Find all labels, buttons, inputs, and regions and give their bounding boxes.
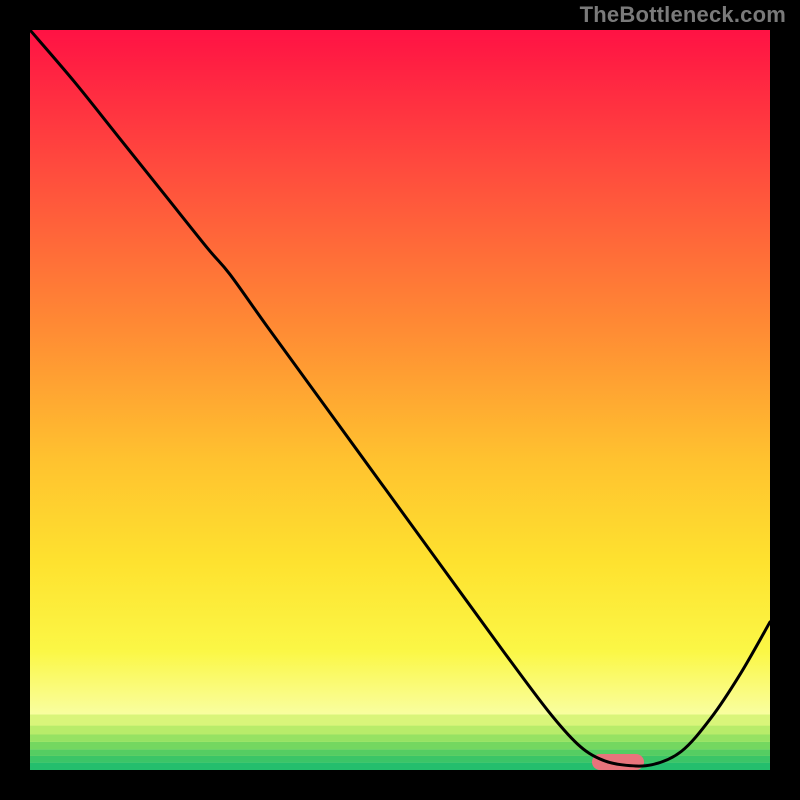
- bottleneck-curve: [30, 30, 770, 770]
- plot-area: [30, 30, 770, 770]
- chart-frame: TheBottleneck.com: [0, 0, 800, 800]
- watermark-text: TheBottleneck.com: [580, 2, 786, 28]
